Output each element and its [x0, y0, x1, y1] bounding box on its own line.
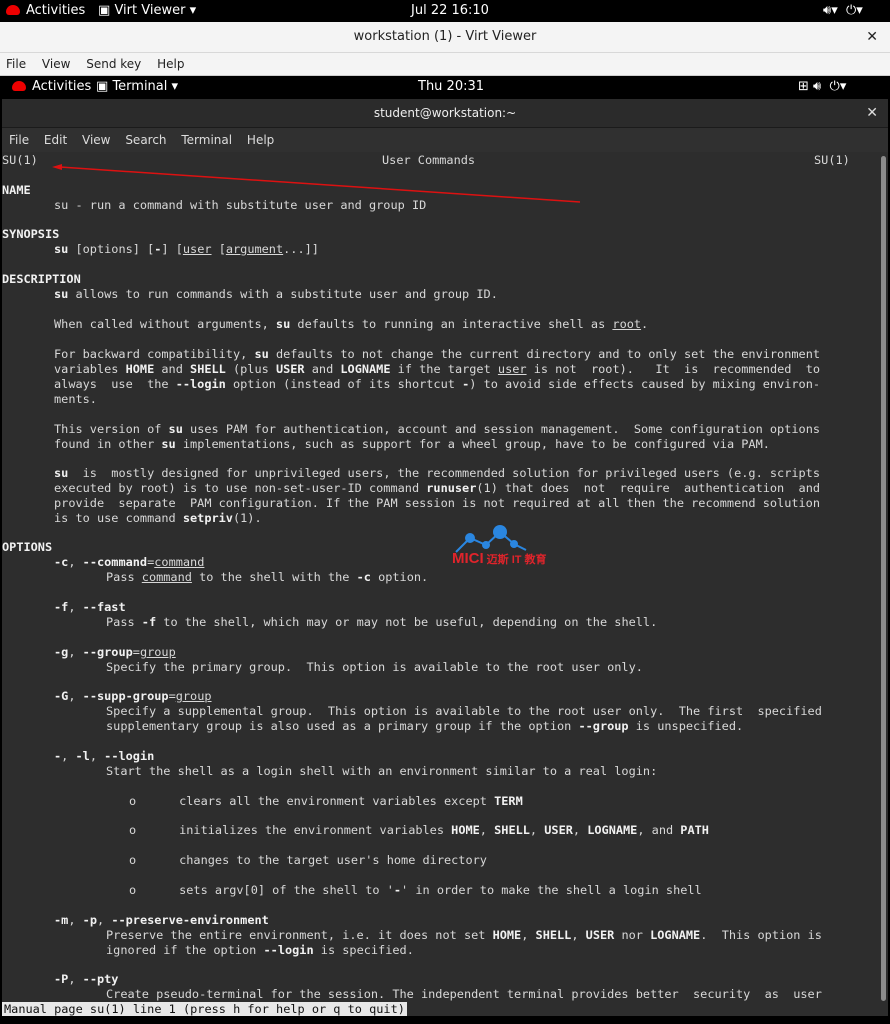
host-activities-label: Activities: [26, 3, 86, 18]
guest-terminal-menu[interactable]: ▣ Terminal ▾: [96, 79, 178, 94]
watermark-brand: MICI: [452, 550, 484, 567]
terminal-menu-search[interactable]: Search: [125, 128, 166, 152]
terminal-menu-view[interactable]: View: [82, 128, 110, 152]
guest-top-bar: Activities ▣ Terminal ▾ Thu 20:31 ⊞ 🔊︎ ⏻…: [0, 76, 890, 98]
chevron-down-icon: ▾: [171, 79, 179, 94]
terminal-menu-help[interactable]: Help: [247, 128, 274, 152]
terminal-menu-terminal[interactable]: Terminal: [181, 128, 232, 152]
redhat-logo-icon: [12, 81, 26, 91]
terminal-icon: ▣: [96, 79, 109, 94]
network-icon: ⊞: [798, 79, 809, 94]
terminal-output[interactable]: SU(1) User Commands SU(1) NAME su - run …: [2, 152, 878, 1016]
virt-viewer-menubar: File View Send key Help: [0, 53, 890, 76]
watermark-logo: MICI 迈斯 IT 教育: [452, 520, 602, 575]
red-arrow-annotation: [52, 164, 581, 203]
volume-icon: 🔊︎: [823, 3, 832, 18]
terminal-titlebar: student@workstation:~ ✕: [2, 99, 888, 128]
guest-activities-label: Activities: [32, 79, 92, 94]
scrollbar-thumb[interactable]: [881, 156, 886, 1001]
host-app-menu[interactable]: ▣ Virt Viewer ▾: [98, 3, 196, 18]
window-title: workstation (1) - Virt Viewer: [353, 29, 537, 44]
watermark-sub: 迈斯 IT 教育: [486, 554, 547, 566]
terminal-menu-file[interactable]: File: [9, 128, 29, 152]
terminal-scrollbar[interactable]: [878, 152, 888, 1016]
host-app-label: Virt Viewer: [114, 3, 186, 18]
terminal-menubar: File Edit View Search Terminal Help: [2, 128, 888, 152]
terminal-menu-edit[interactable]: Edit: [44, 128, 67, 152]
menu-help[interactable]: Help: [157, 53, 184, 75]
host-activities-button[interactable]: Activities: [6, 3, 85, 18]
host-clock[interactable]: Jul 22 16:10: [411, 3, 489, 18]
power-icon: ⏻: [846, 3, 857, 18]
power-icon: ⏻: [829, 79, 840, 94]
molecule-logo-icon: [455, 525, 527, 553]
guest-clock[interactable]: Thu 20:31: [418, 79, 484, 94]
menu-send-key[interactable]: Send key: [86, 53, 141, 75]
watermark-text: MICI 迈斯 IT 教育: [452, 550, 547, 567]
close-icon[interactable]: ✕: [866, 22, 878, 52]
guest-app-label: Terminal: [112, 79, 168, 94]
virt-viewer-titlebar: workstation (1) - Virt Viewer ✕: [0, 22, 890, 53]
close-icon[interactable]: ✕: [866, 99, 878, 127]
chevron-down-icon: ▾: [189, 3, 197, 18]
menu-view[interactable]: View: [42, 53, 70, 75]
monitor-icon: ▣: [98, 3, 111, 18]
guest-activities-button[interactable]: Activities: [12, 79, 91, 94]
guest-system-tray[interactable]: ⊞ 🔊︎ ⏻▾: [798, 79, 846, 94]
redhat-logo-icon: [6, 5, 20, 15]
host-system-tray[interactable]: 🔊︎▾ ⏻▾: [823, 3, 863, 18]
terminal-title: student@workstation:~: [373, 106, 517, 120]
host-top-bar: Activities ▣ Virt Viewer ▾ Jul 22 16:10 …: [0, 0, 890, 22]
menu-file[interactable]: File: [6, 53, 26, 75]
volume-icon: 🔊︎: [813, 79, 822, 94]
